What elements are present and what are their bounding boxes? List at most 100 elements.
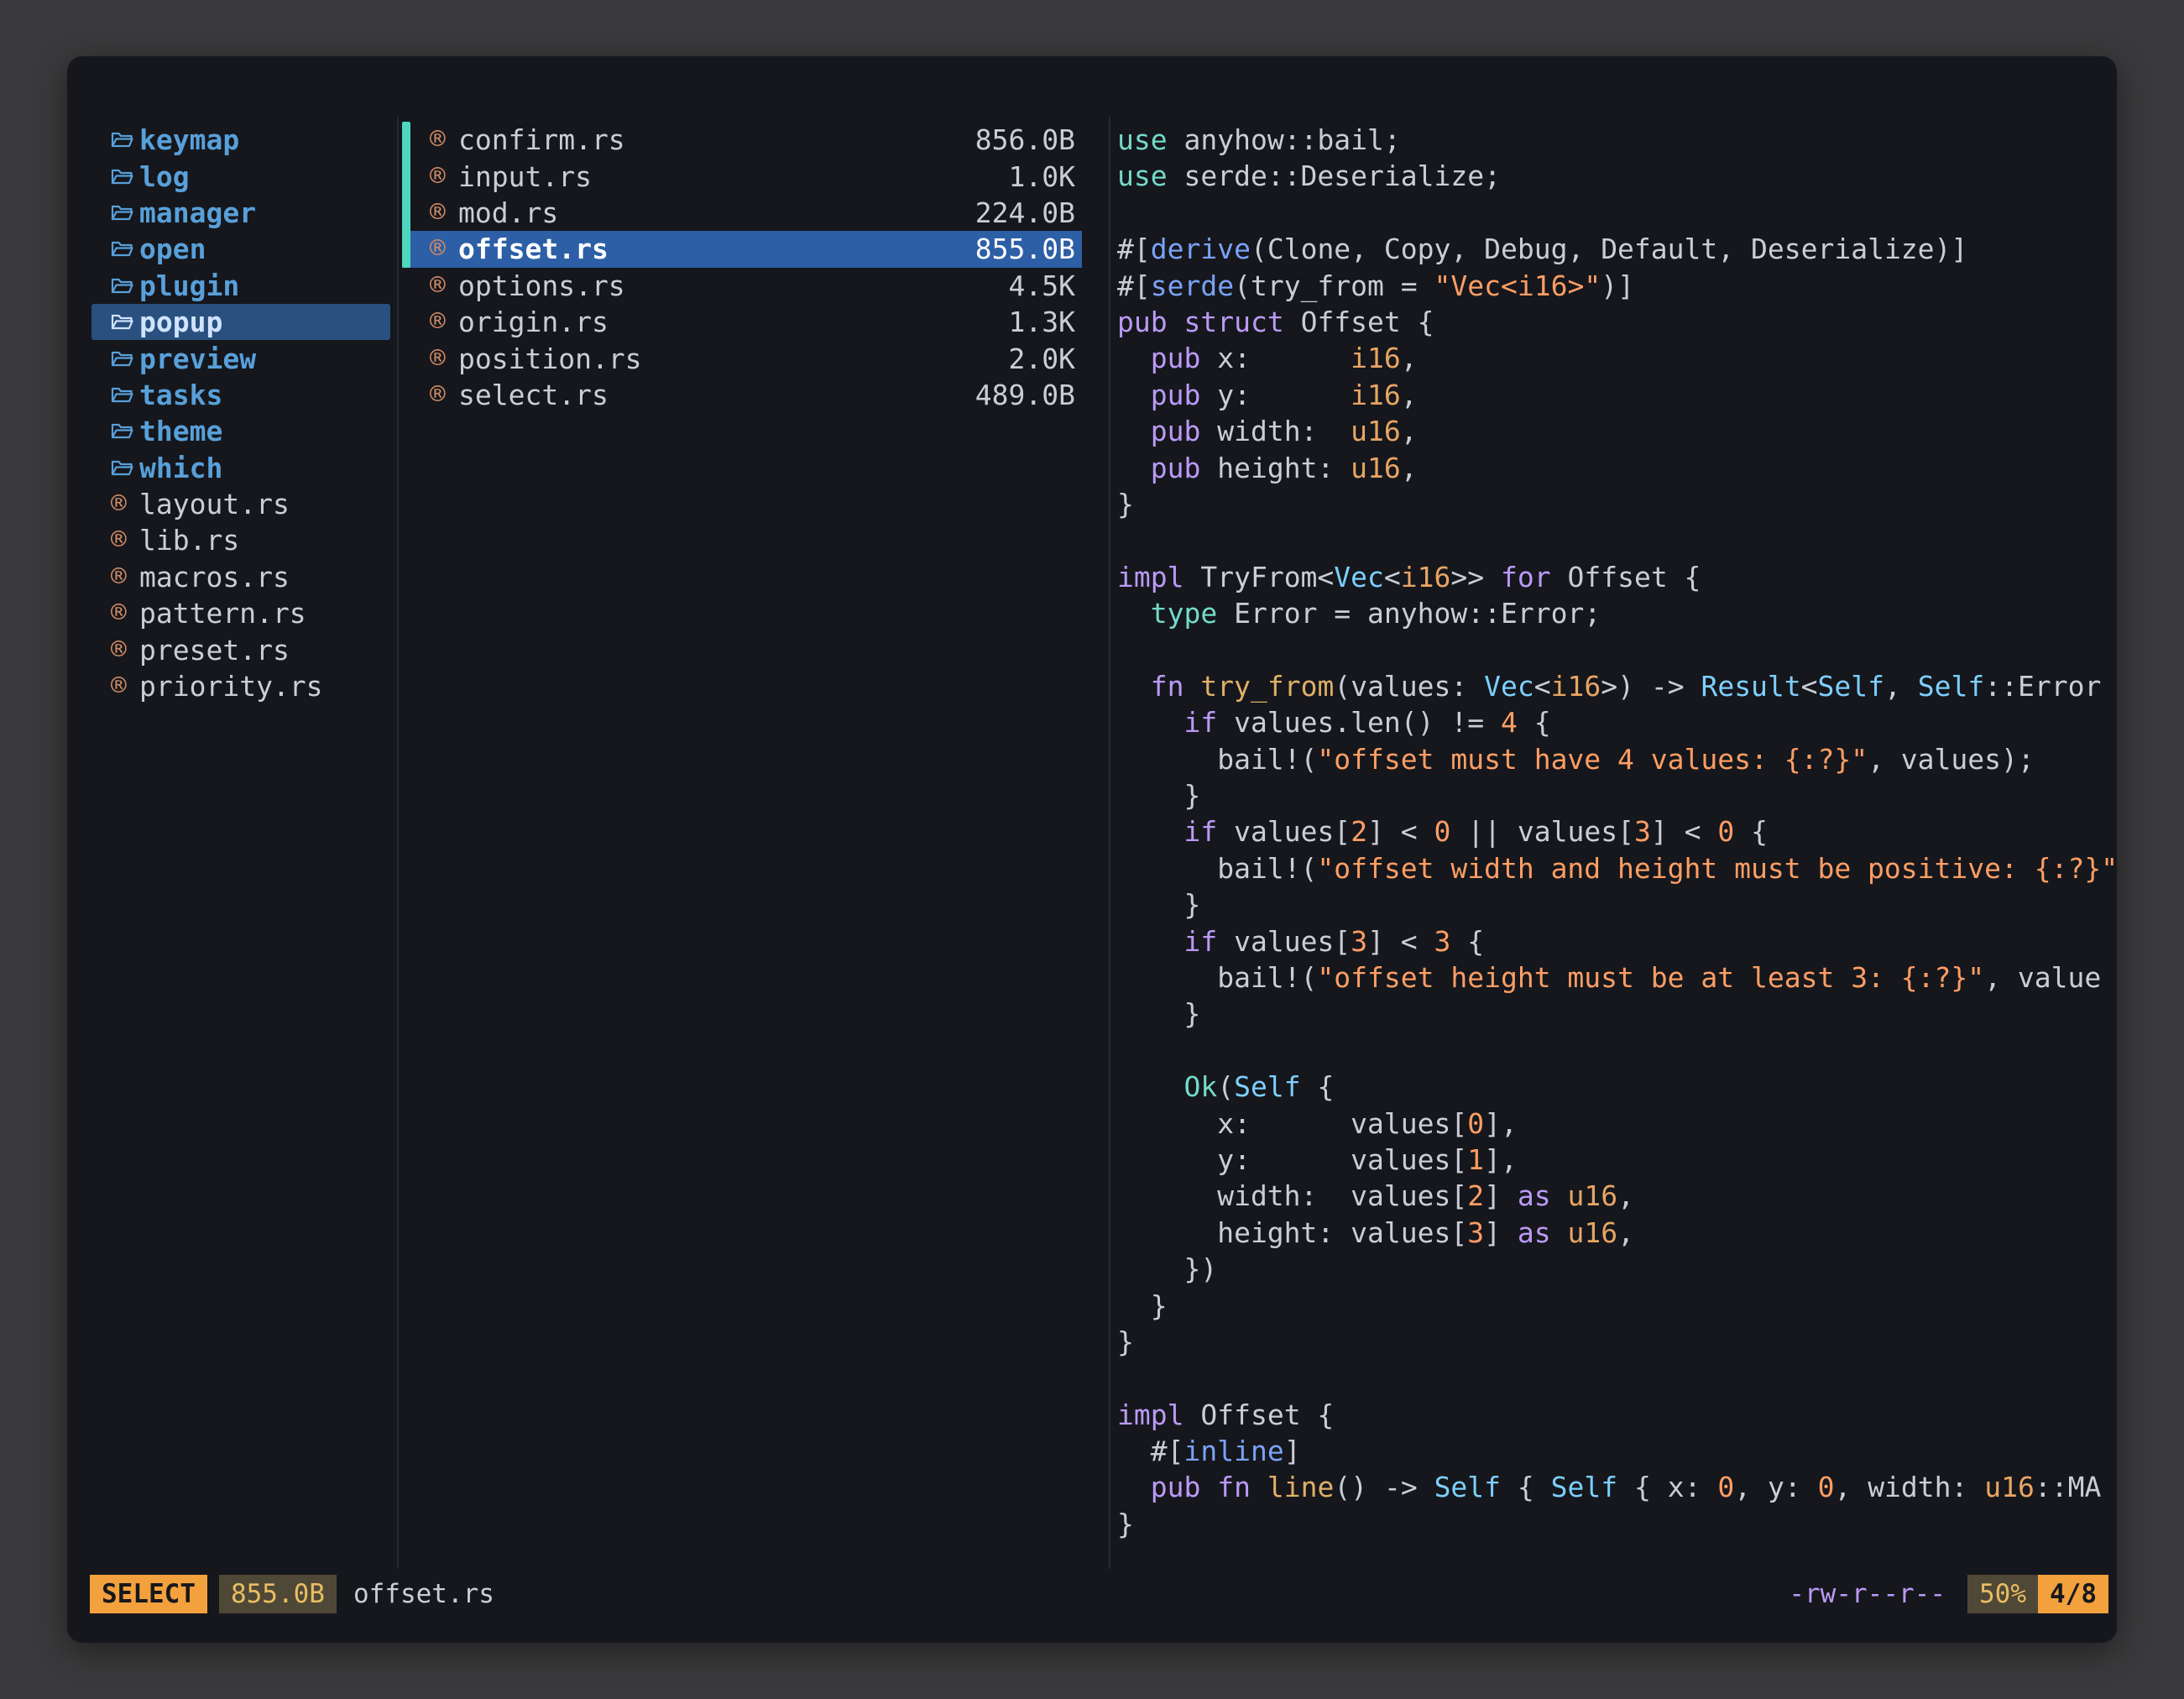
file-row-select-rs[interactable]: ®select.rs 489.0B [402, 377, 1082, 413]
sidebar-item-lib-rs[interactable]: ®lib.rs [91, 522, 390, 558]
rust-file-icon: ® [111, 527, 139, 553]
pane-divider [1109, 117, 1110, 1569]
sidebar-item-label: log [139, 160, 190, 193]
sidebar-item-label: theme [139, 415, 222, 447]
file-size: 489.0B [975, 379, 1075, 411]
sidebar-item-label: which [139, 452, 222, 484]
code-line: pub struct Offset { [1117, 304, 2117, 340]
sidebar-item-preset-rs[interactable]: ®preset.rs [91, 631, 390, 667]
sidebar-item-log[interactable]: log [91, 158, 390, 194]
mode-badge: SELECT [90, 1575, 207, 1613]
sidebar-item-pattern-rs[interactable]: ®pattern.rs [91, 595, 390, 631]
sidebar-item-label: tasks [139, 379, 222, 411]
code-line: Ok(Self { [1117, 1069, 2117, 1105]
sidebar-item-popup[interactable]: popup [91, 304, 390, 340]
rust-file-icon: ® [111, 637, 139, 663]
desktop-background: { "colors": { "frame": "#3a3a3c", "windo… [0, 0, 2184, 1699]
code-line: } [1117, 1288, 2117, 1324]
current-directory-pane[interactable]: ®confirm.rs856.0B®input.rs1.0K®mod.rs224… [402, 122, 1082, 413]
sidebar-item-label: priority.rs [139, 670, 323, 703]
rust-file-icon: ® [430, 236, 458, 262]
code-line [1117, 1360, 2117, 1396]
rust-file-icon: ® [430, 309, 458, 335]
sidebar-item-which[interactable]: which [91, 450, 390, 486]
rust-file-icon: ® [430, 346, 458, 372]
code-line: if values[2] < 0 || values[3] < 0 { [1117, 813, 2117, 850]
code-line: width: values[2] as u16, [1117, 1178, 2117, 1214]
code-line: if values[3] < 3 { [1117, 923, 2117, 959]
code-line: } [1117, 1324, 2117, 1360]
code-line: } [1117, 486, 2117, 522]
file-size: 2.0K [1009, 342, 1075, 375]
code-line: pub x: i16, [1117, 340, 2117, 376]
preview-pane[interactable]: use anyhow::bail;use serde::Deserialize;… [1117, 122, 2117, 1566]
sidebar-item-tasks[interactable]: tasks [91, 377, 390, 413]
code-line: #[serde(try_from = "Vec<i16>")] [1117, 268, 2117, 304]
folder-icon [111, 168, 139, 186]
sidebar-item-layout-rs[interactable]: ®layout.rs [91, 486, 390, 522]
folder-icon [111, 277, 139, 295]
rust-file-icon: ® [430, 382, 458, 408]
status-filename: offset.rs [353, 1575, 494, 1613]
sidebar-item-plugin[interactable]: plugin [91, 268, 390, 304]
file-name: offset.rs [458, 233, 609, 265]
status-bar: SELECT 855.0B offset.rs -rw-r--r-- 50% 4… [67, 1575, 2117, 1613]
folder-icon [111, 422, 139, 440]
rust-file-icon: ® [111, 491, 139, 517]
file-size: 1.3K [1009, 306, 1075, 338]
code-line: impl TryFrom<Vec<i16>> for Offset { [1117, 559, 2117, 595]
code-line [1117, 522, 2117, 558]
sidebar-item-theme[interactable]: theme [91, 413, 390, 449]
sidebar-item-label: macros.rs [139, 561, 290, 593]
sidebar-item-keymap[interactable]: keymap [91, 122, 390, 158]
sidebar-item-label: preview [139, 342, 256, 375]
sidebar-item-label: keymap [139, 123, 239, 156]
file-name: position.rs [458, 342, 642, 375]
code-line: bail!("offset width and height must be p… [1117, 850, 2117, 886]
file-row-position-rs[interactable]: ®position.rs 2.0K [402, 340, 1082, 376]
file-name: options.rs [458, 269, 625, 302]
file-row-confirm-rs[interactable]: ®confirm.rs856.0B [402, 122, 1082, 158]
sidebar-item-manager[interactable]: manager [91, 195, 390, 231]
code-line: type Error = anyhow::Error; [1117, 595, 2117, 631]
code-line: } [1117, 777, 2117, 813]
file-row-options-rs[interactable]: ®options.rs4.5K [402, 268, 1082, 304]
code-line: pub y: i16, [1117, 377, 2117, 413]
code-line [1117, 1032, 2117, 1069]
sidebar-item-label: manager [139, 196, 256, 229]
file-row-offset-rs[interactable]: ®offset.rs 855.0B [402, 231, 1082, 267]
file-size: 855.0B [975, 233, 1075, 265]
sidebar-item-label: layout.rs [139, 488, 290, 520]
sidebar-item-priority-rs[interactable]: ®priority.rs [91, 668, 390, 704]
sidebar-item-preview[interactable]: preview [91, 340, 390, 376]
file-name: mod.rs [458, 196, 558, 229]
rust-file-icon: ® [430, 164, 458, 190]
code-line: pub fn line() -> Self { Self { x: 0, y: … [1117, 1469, 2117, 1505]
code-line: } [1117, 1506, 2117, 1542]
sidebar-item-open[interactable]: open [91, 231, 390, 267]
folder-icon [111, 131, 139, 149]
sidebar-item-label: preset.rs [139, 634, 290, 667]
code-line [1117, 631, 2117, 667]
file-size: 1.0K [1009, 160, 1075, 193]
permissions-text: -rw-r--r-- [1789, 1575, 1946, 1613]
folder-icon [111, 386, 139, 404]
code-line: } [1117, 996, 2117, 1032]
code-line: #[derive(Clone, Copy, Debug, Default, De… [1117, 231, 2117, 267]
file-name: confirm.rs [458, 123, 625, 156]
status-spacer [494, 1575, 1789, 1613]
sidebar-item-label: pattern.rs [139, 597, 306, 630]
parent-directory-pane[interactable]: keymap logmanager openpluginpopuppreview ta… [91, 122, 390, 704]
file-row-input-rs[interactable]: ®input.rs1.0K [402, 158, 1082, 194]
file-size: 4.5K [1009, 269, 1075, 302]
file-size: 224.0B [975, 196, 1075, 229]
rust-file-icon: ® [430, 127, 458, 153]
folder-icon [111, 350, 139, 368]
file-row-origin-rs[interactable]: ®origin.rs1.3K [402, 304, 1082, 340]
file-row-mod-rs[interactable]: ®mod.rs224.0B [402, 195, 1082, 231]
code-line: use serde::Deserialize; [1117, 158, 2117, 194]
file-name: select.rs [458, 379, 609, 411]
sidebar-item-label: open [139, 233, 206, 265]
code-line: fn try_from(values: Vec<i16>) -> Result<… [1117, 668, 2117, 704]
sidebar-item-macros-rs[interactable]: ®macros.rs [91, 559, 390, 595]
